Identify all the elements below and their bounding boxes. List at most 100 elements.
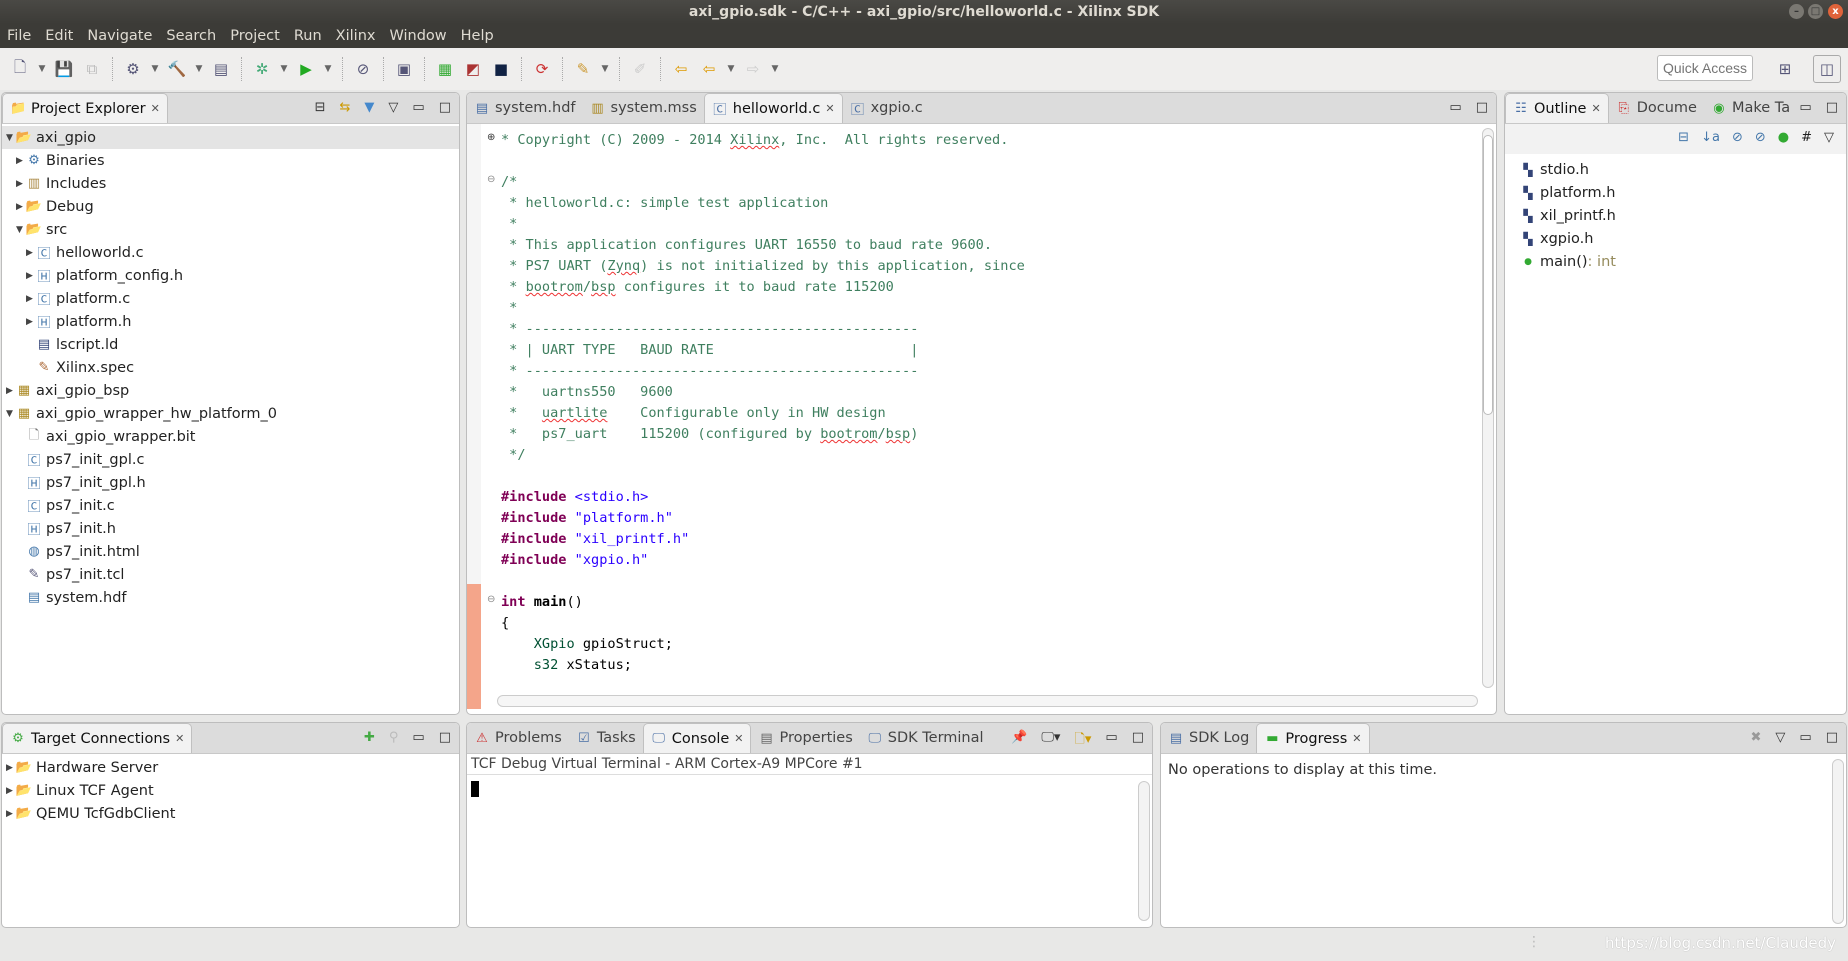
tree-item[interactable]: ▼ ▦ axi_gpio_wrapper_hw_platform_0	[2, 402, 459, 425]
connection-item[interactable]: ▶ 📂 Linux TCF Agent	[2, 779, 459, 802]
open-perspective-icon[interactable]: ⊞	[1773, 57, 1797, 81]
menu-help[interactable]: Help	[454, 24, 501, 48]
collapse-all-icon[interactable]: ⊟	[1678, 130, 1689, 148]
edit-dropdown[interactable]: ▼	[599, 64, 611, 74]
forward-icon[interactable]: ⇨	[741, 57, 765, 81]
link-editor-icon[interactable]: ⇆	[340, 100, 351, 115]
settings-icon[interactable]: ⚙	[121, 57, 145, 81]
hide-static-icon[interactable]: ⊘	[1755, 130, 1766, 148]
minimize-icon[interactable]: ▭	[412, 100, 424, 115]
expand-toggle-icon[interactable]: ▶	[24, 271, 35, 281]
tree-item[interactable]: ▶ ▥ Includes	[2, 172, 459, 195]
expand-toggle-icon[interactable]: ▶	[24, 248, 35, 258]
tree-item[interactable]: 🄷ps7_init.h	[2, 517, 459, 540]
tree-item[interactable]: ▤ lscript.ld	[2, 333, 459, 356]
outline-item[interactable]: ▚ stdio.h	[1519, 158, 1846, 181]
outline-item[interactable]: ▚ xil_printf.h	[1519, 204, 1846, 227]
maximize-icon[interactable]: □	[1476, 100, 1488, 115]
tab-console[interactable]: 🖵 Console ✕	[642, 723, 752, 753]
expand-toggle-icon[interactable]: ▶	[4, 786, 15, 796]
maximize-icon[interactable]: □	[439, 730, 451, 745]
fold-collapse-icon[interactable]: ⊖	[487, 594, 495, 605]
last-edit-icon[interactable]: ⇦	[669, 57, 693, 81]
disconnect-icon[interactable]: ⚲	[389, 730, 399, 745]
cpp-perspective-icon[interactable]: ◫	[1813, 55, 1841, 83]
tree-item[interactable]: ▤ system.hdf	[2, 586, 459, 609]
new-connection-icon[interactable]: ✚	[364, 730, 375, 745]
sort-icon[interactable]: ↓a	[1701, 130, 1720, 148]
tree-item[interactable]: ◍ ps7_init.html	[2, 540, 459, 563]
debug-bug-icon[interactable]: ✲	[250, 57, 274, 81]
menu-navigate[interactable]: Navigate	[80, 24, 159, 48]
program-fpga-icon[interactable]: ▦	[433, 57, 457, 81]
tree-item[interactable]: 🄲ps7_init.c	[2, 494, 459, 517]
tree-item[interactable]: ▶ 📂 Debug	[2, 195, 459, 218]
tab-progress[interactable]: ▬ Progress ✕	[1256, 723, 1370, 753]
terminal-icon[interactable]: ▣	[392, 57, 416, 81]
tab-target-connections[interactable]: ⚙ Target Connections ✕	[2, 723, 193, 753]
tree-item[interactable]: 🄷ps7_init_gpl.h	[2, 471, 459, 494]
tree-item[interactable]: ▶ 🄷platform_config.h	[2, 264, 459, 287]
tab-problems[interactable]: ⚠ Problems	[467, 723, 569, 753]
minimize-icon[interactable]: ▭	[1449, 100, 1461, 115]
save-icon[interactable]: 💾	[52, 57, 76, 81]
new-icon[interactable]: 🗋	[8, 57, 32, 81]
close-icon[interactable]: ✕	[151, 102, 160, 115]
tab-outline[interactable]: ☷ Outline ✕	[1505, 93, 1609, 123]
outline-item[interactable]: ▚ platform.h	[1519, 181, 1846, 204]
maximize-icon[interactable]: □	[439, 100, 451, 115]
minimize-window-button[interactable]: –	[1789, 4, 1804, 19]
expand-toggle-icon[interactable]: ▶	[24, 294, 35, 304]
debug-dropdown[interactable]: ▼	[278, 64, 290, 74]
outline-item[interactable]: ● main() : int	[1519, 250, 1846, 273]
annotation-icon[interactable]: ✐	[628, 57, 652, 81]
hide-fields-icon[interactable]: ⊘	[1732, 130, 1743, 148]
maximize-window-button[interactable]: □	[1808, 4, 1823, 19]
xsct-console-icon[interactable]: ■	[489, 57, 513, 81]
editor-vertical-scrollbar[interactable]	[1482, 128, 1494, 688]
maximize-icon[interactable]: □	[1826, 100, 1838, 115]
tree-item[interactable]: ▶ 🄲platform.c	[2, 287, 459, 310]
editor-horizontal-scrollbar[interactable]	[497, 695, 1478, 707]
code-editor[interactable]: ⊕ ⊖ ⊖ * Copyright (C) 2009 - 2014 Xilinx…	[467, 124, 1496, 709]
filter-icon[interactable]: ▼	[364, 100, 374, 115]
view-menu-icon[interactable]: ▽	[388, 100, 398, 115]
settings-dropdown[interactable]: ▼	[149, 64, 161, 74]
connection-item[interactable]: ▶ 📂 Hardware Server	[2, 756, 459, 779]
expand-toggle-icon[interactable]: ▶	[14, 156, 25, 166]
tab-sdk-terminal[interactable]: 🖵 SDK Terminal	[860, 723, 991, 753]
tab-make-ta[interactable]: ◉ Make Ta	[1704, 93, 1797, 123]
tree-item[interactable]: ▶ ⚙ Binaries	[2, 149, 459, 172]
tree-item[interactable]: ✎ Xilinx.spec	[2, 356, 459, 379]
menu-file[interactable]: File	[0, 24, 38, 48]
minimize-icon[interactable]: ▭	[1799, 100, 1811, 115]
build-dropdown[interactable]: ▼	[193, 64, 205, 74]
menu-edit[interactable]: Edit	[38, 24, 80, 48]
maximize-icon[interactable]: □	[1826, 730, 1838, 745]
skip-breakpoints-icon[interactable]: ⊘	[351, 57, 375, 81]
expand-toggle-icon[interactable]: ▶	[14, 202, 25, 212]
tab-docume[interactable]: ⎘ Docume	[1609, 93, 1704, 123]
tree-item[interactable]: ▶ 🄲helloworld.c	[2, 241, 459, 264]
save-all-icon[interactable]: ⧉	[80, 57, 104, 81]
console-scrollbar[interactable]	[1138, 781, 1150, 921]
minimize-icon[interactable]: ▭	[1105, 730, 1117, 752]
hide-nonpublic-icon[interactable]: ●	[1778, 130, 1789, 148]
binary-file-icon[interactable]: ▤	[209, 57, 233, 81]
tab-helloworld-c[interactable]: 🄲helloworld.c ✕	[703, 93, 843, 123]
expand-toggle-icon[interactable]: ▶	[4, 763, 15, 773]
maximize-icon[interactable]: □	[1132, 730, 1144, 752]
tab-sdk-log[interactable]: ▤ SDK Log	[1161, 723, 1256, 753]
close-icon[interactable]: ✕	[175, 732, 184, 745]
forward-dropdown[interactable]: ▼	[769, 64, 781, 74]
fold-expand-icon[interactable]: ⊕	[487, 132, 495, 143]
pin-console-icon[interactable]: 📌	[1011, 730, 1027, 752]
close-icon[interactable]: ✕	[1591, 102, 1600, 115]
tree-item[interactable]: 🄲ps7_init_gpl.c	[2, 448, 459, 471]
tree-item[interactable]: ✎ ps7_init.tcl	[2, 563, 459, 586]
run-icon[interactable]: ▶	[294, 57, 318, 81]
connection-item[interactable]: ▶ 📂 QEMU TcfGdbClient	[2, 802, 459, 825]
expand-toggle-icon[interactable]: ▼	[4, 409, 15, 419]
collapse-all-icon[interactable]: ⊟	[315, 100, 326, 115]
expand-toggle-icon[interactable]: ▶	[4, 386, 15, 396]
